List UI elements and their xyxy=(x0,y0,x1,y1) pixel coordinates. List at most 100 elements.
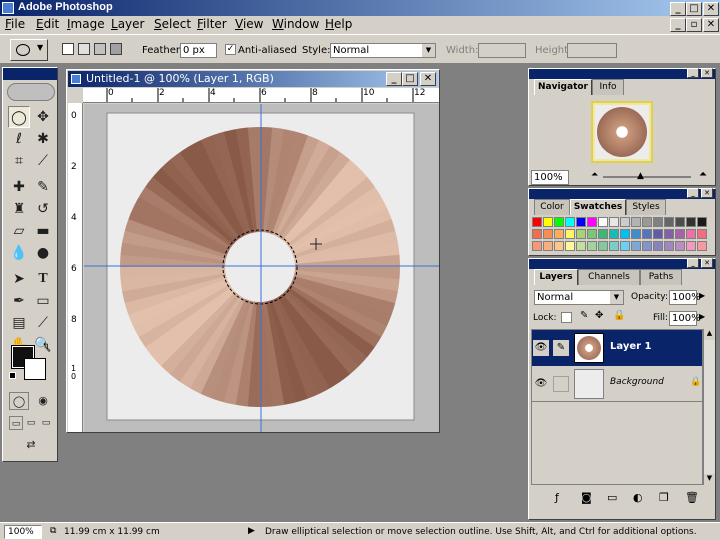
color-swatch[interactable] xyxy=(620,229,630,239)
layer-visibility-icon[interactable]: 👁 xyxy=(533,376,549,392)
color-swatch[interactable] xyxy=(532,217,542,227)
layer-visibility-icon[interactable]: 👁 xyxy=(533,340,549,356)
menu-image[interactable]: Image xyxy=(67,17,105,31)
color-swatch[interactable] xyxy=(653,229,663,239)
crop-tool[interactable]: ⌗ xyxy=(8,150,30,172)
color-swatch[interactable] xyxy=(576,229,586,239)
app-close-button[interactable]: ✕ xyxy=(703,2,719,16)
tab-styles[interactable]: Styles xyxy=(626,199,666,215)
navigator-palette-close[interactable]: ✕ xyxy=(701,68,713,78)
color-swatch[interactable] xyxy=(532,241,542,251)
adjustment-layer-icon[interactable]: ◐ xyxy=(633,491,643,504)
canvas-area[interactable] xyxy=(84,104,439,432)
color-swatch[interactable] xyxy=(609,217,619,227)
color-swatch[interactable] xyxy=(653,241,663,251)
color-swatch[interactable] xyxy=(675,241,685,251)
menu-layer[interactable]: Layer xyxy=(111,17,144,31)
zoom-out-icon[interactable]: ⏶ xyxy=(591,170,598,180)
width-input[interactable] xyxy=(478,43,526,58)
height-input[interactable] xyxy=(567,43,617,58)
style-select[interactable]: Normal ▼ xyxy=(330,43,436,58)
layers-scrollbar[interactable]: ▲ ▼ xyxy=(703,329,715,485)
color-swatch[interactable] xyxy=(576,217,586,227)
doc-close-button[interactable]: ✕ xyxy=(703,18,719,32)
layer-row-background[interactable]: 👁 Background 🔒 xyxy=(532,366,702,402)
swatches-palette-close[interactable]: ✕ xyxy=(701,188,713,198)
subtract-selection-icon[interactable] xyxy=(94,43,106,55)
menu-window[interactable]: Window xyxy=(272,17,319,31)
color-swatch[interactable] xyxy=(598,217,608,227)
layer-link-box[interactable] xyxy=(553,376,569,392)
tab-color[interactable]: Color xyxy=(534,199,570,215)
layer-row-layer1[interactable]: 👁 ✎ Layer 1 xyxy=(532,330,702,366)
navigator-thumbnail[interactable] xyxy=(591,101,653,163)
screen-mode-standard[interactable]: ▭ xyxy=(9,416,23,430)
navigator-palette-minimize[interactable]: _ xyxy=(687,68,699,78)
dodge-tool[interactable]: ● xyxy=(32,242,54,264)
color-swatch[interactable] xyxy=(686,217,696,227)
intersect-selection-icon[interactable] xyxy=(110,43,122,55)
tab-swatches[interactable]: Swatches xyxy=(570,199,626,215)
color-swatch[interactable] xyxy=(697,229,707,239)
jump-to-imageready-icon[interactable]: ⇄ xyxy=(17,436,45,454)
tab-channels[interactable]: Channels xyxy=(578,269,640,285)
color-swatch[interactable] xyxy=(675,229,685,239)
zoom-in-icon[interactable]: ⏶ xyxy=(699,169,707,180)
document-size-icon[interactable]: ⧉ xyxy=(50,526,56,536)
color-swatch[interactable] xyxy=(543,229,553,239)
feather-input[interactable]: 0 px xyxy=(180,43,217,58)
menu-file[interactable]: File xyxy=(5,17,25,31)
color-swatch[interactable] xyxy=(532,229,542,239)
color-swatch[interactable] xyxy=(576,241,586,251)
new-layer-icon[interactable]: ❐ xyxy=(659,491,669,504)
color-swatch[interactable] xyxy=(543,241,553,251)
color-swatch[interactable] xyxy=(620,241,630,251)
new-layer-set-icon[interactable]: ▭ xyxy=(607,491,617,504)
magic-wand-tool[interactable]: ✱ xyxy=(32,128,54,150)
tab-layers[interactable]: Layers xyxy=(534,269,578,285)
layers-palette-close[interactable]: ✕ xyxy=(701,258,713,268)
blur-tool[interactable]: 💧 xyxy=(8,242,30,264)
color-swatch[interactable] xyxy=(587,217,597,227)
color-swatch[interactable] xyxy=(554,217,564,227)
color-swatch[interactable] xyxy=(587,229,597,239)
lock-pixels-icon[interactable]: ✎ xyxy=(580,310,588,321)
color-swatch[interactable] xyxy=(664,241,674,251)
color-swatch[interactable] xyxy=(543,217,553,227)
layer-style-icon[interactable]: ƒ xyxy=(555,491,559,504)
screen-mode-full[interactable]: ▭ xyxy=(39,416,53,430)
color-swatch[interactable] xyxy=(598,241,608,251)
navigator-zoom-slider[interactable] xyxy=(603,176,691,178)
opacity-input[interactable]: 100% xyxy=(669,290,701,305)
move-tool[interactable]: ✥ xyxy=(32,106,54,128)
app-minimize-button[interactable]: _ xyxy=(670,2,686,16)
fill-arrow-icon[interactable]: ▶ xyxy=(699,312,705,321)
doc-minimize-button[interactable]: _ xyxy=(670,18,686,32)
shape-tool[interactable]: ▭ xyxy=(32,290,54,312)
color-swatch[interactable] xyxy=(609,229,619,239)
pen-tool[interactable]: ✒ xyxy=(8,290,30,312)
adobe-online-icon[interactable] xyxy=(7,83,55,101)
tab-paths[interactable]: Paths xyxy=(640,269,682,285)
path-selection-tool[interactable]: ➤ xyxy=(8,268,30,290)
lasso-tool[interactable]: ℓ xyxy=(8,128,30,150)
doc-restore-button[interactable]: ▫ xyxy=(686,18,702,32)
color-swatch[interactable] xyxy=(631,229,641,239)
menu-help[interactable]: Help xyxy=(325,17,352,31)
color-swatch[interactable] xyxy=(642,217,652,227)
elliptical-marquee-tool[interactable]: ◯ xyxy=(8,106,30,128)
brush-tool[interactable]: ✎ xyxy=(32,176,54,198)
add-selection-icon[interactable] xyxy=(78,43,90,55)
menu-edit[interactable]: Edit xyxy=(36,17,59,31)
color-swatch[interactable] xyxy=(642,229,652,239)
color-swatch[interactable] xyxy=(686,241,696,251)
ruler-top[interactable]: 0 2 4 6 8 10 12 xyxy=(83,88,439,103)
color-swatch[interactable] xyxy=(598,229,608,239)
color-swatch[interactable] xyxy=(587,241,597,251)
layer-mask-icon[interactable]: ◙ xyxy=(581,491,592,504)
color-swatch[interactable] xyxy=(697,217,707,227)
document-maximize-button[interactable]: □ xyxy=(402,72,418,86)
color-swatch[interactable] xyxy=(565,229,575,239)
screen-mode-full-menu[interactable]: ▭ xyxy=(24,416,38,430)
color-swatch[interactable] xyxy=(642,241,652,251)
